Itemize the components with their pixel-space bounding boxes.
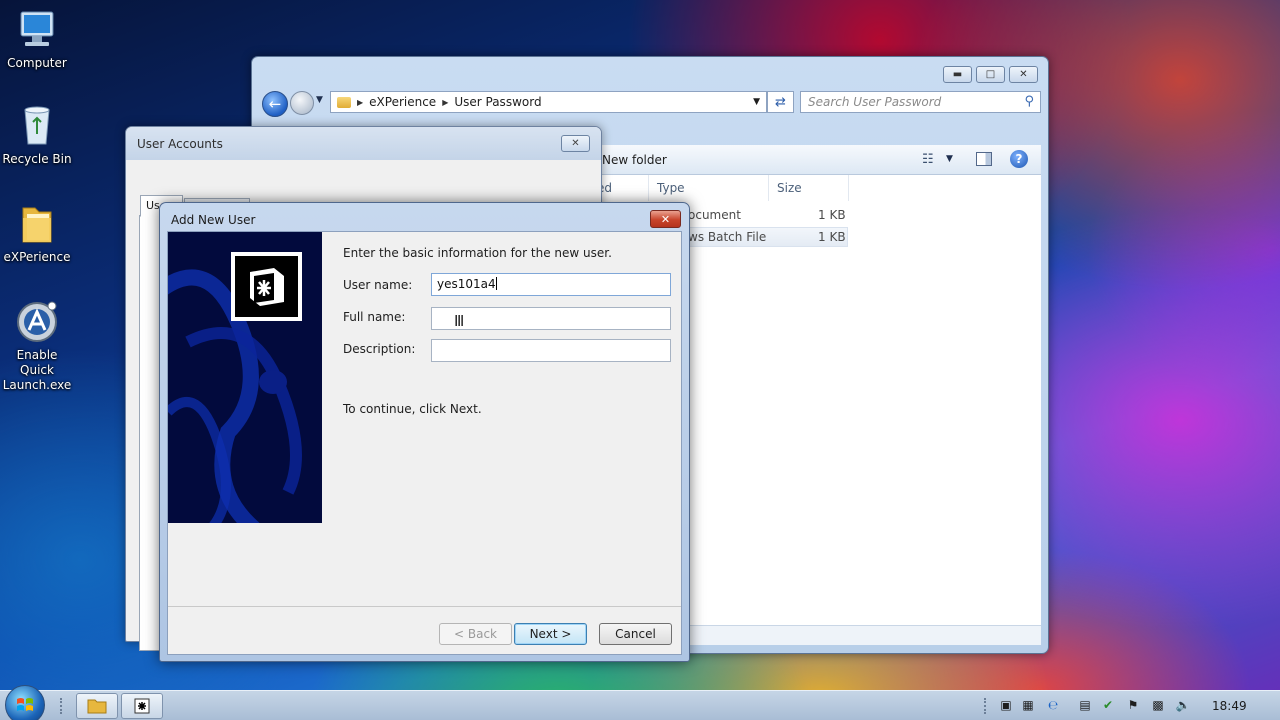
- forward-arrow-icon[interactable]: [290, 91, 314, 115]
- desktop-icon-label: Computer: [7, 56, 67, 70]
- browser-icon[interactable]: ℮: [1045, 698, 1061, 712]
- volume-muted-icon[interactable]: 🔈: [1175, 698, 1191, 712]
- chevron-down-icon[interactable]: ▼: [946, 154, 953, 164]
- description-label: Description:: [343, 342, 416, 356]
- dialog-body: Enter the basic information for the new …: [167, 231, 682, 655]
- views-icon[interactable]: ☷: [922, 152, 934, 167]
- wizard-banner: [168, 232, 322, 523]
- desktop-icon-computer[interactable]: Computer: [0, 8, 74, 71]
- computer-icon: [20, 11, 54, 46]
- taskbar-explorer-button[interactable]: [76, 693, 118, 719]
- close-button[interactable]: ✕: [1009, 66, 1038, 83]
- close-button[interactable]: ✕: [561, 135, 590, 152]
- next-button[interactable]: Next >: [514, 623, 587, 645]
- continue-text: To continue, click Next.: [343, 402, 482, 416]
- description-field[interactable]: [431, 339, 671, 362]
- desktop-icon-enable-quick-launch[interactable]: Enable Quick Launch.exe: [0, 300, 74, 393]
- folder-icon: [87, 699, 107, 714]
- new-folder-button[interactable]: New folder: [602, 153, 667, 167]
- title-bar[interactable]: User Accounts ✕: [126, 127, 601, 160]
- desktop-icon-experience[interactable]: eXPerience: [0, 202, 74, 265]
- close-button[interactable]: ✕: [650, 210, 681, 228]
- folder-icon: [337, 96, 351, 108]
- breadcrumb-item[interactable]: eXPerience: [369, 95, 436, 109]
- ibeam-cursor-icon: Ⅲ: [454, 312, 465, 330]
- username-value: yes101a4: [437, 277, 496, 291]
- desktop-icon-label: eXPerience: [3, 250, 71, 264]
- search-icon[interactable]: ⚲: [1024, 94, 1034, 109]
- dialog-title: Add New User: [171, 213, 256, 227]
- breadcrumb-separator-icon[interactable]: ▶: [442, 98, 448, 107]
- minimize-button[interactable]: ▬: [943, 66, 972, 83]
- back-button[interactable]: < Back: [439, 623, 512, 645]
- explorer-toolbar: New folder ☷ ▼ ?: [596, 145, 1041, 175]
- file-type: ws Batch File: [688, 230, 767, 244]
- text-caret: [495, 277, 497, 290]
- chevron-down-icon[interactable]: ▼: [753, 97, 760, 107]
- username-label: User name:: [343, 278, 413, 292]
- column-divider[interactable]: [848, 175, 849, 201]
- refresh-icon[interactable]: ⇄: [767, 91, 794, 113]
- intro-text: Enter the basic information for the new …: [343, 246, 612, 260]
- network-status-icon[interactable]: ▩: [1150, 698, 1166, 712]
- maximize-button[interactable]: □: [976, 66, 1005, 83]
- file-size: 1 KB: [818, 230, 846, 244]
- help-icon[interactable]: ?: [1010, 150, 1028, 168]
- taskbar-grip[interactable]: [984, 698, 988, 714]
- add-new-user-dialog: Add New User ✕ Enter the basic informati…: [159, 202, 690, 662]
- taskbar-user-accounts-button[interactable]: [121, 693, 163, 719]
- fullname-field[interactable]: [431, 307, 671, 330]
- breadcrumb-item[interactable]: User Password: [454, 95, 541, 109]
- wizard-logo-icon: [231, 252, 302, 321]
- column-divider[interactable]: [648, 175, 649, 201]
- username-field[interactable]: yes101a4: [431, 273, 671, 296]
- fullname-label: Full name:: [343, 310, 406, 324]
- window-controls: ▬ □ ✕: [943, 66, 1038, 83]
- security-check-icon[interactable]: ✔: [1100, 698, 1116, 712]
- desktop-icon-recycle-bin[interactable]: Recycle Bin: [0, 104, 74, 167]
- document-icon[interactable]: ▤: [1077, 698, 1093, 712]
- display-icon[interactable]: ▣: [998, 698, 1014, 712]
- folder-icon: [22, 207, 52, 243]
- column-header-size[interactable]: Size: [777, 181, 802, 195]
- history-dropdown-icon[interactable]: ▼: [316, 95, 323, 105]
- start-button[interactable]: [5, 685, 45, 720]
- file-type: ocument: [688, 208, 741, 222]
- recycle-bin-icon: [24, 106, 50, 145]
- network-icon[interactable]: ▦: [1020, 698, 1036, 712]
- column-divider[interactable]: [768, 175, 769, 201]
- divider: [168, 606, 681, 607]
- search-input[interactable]: Search User Password ⚲: [800, 91, 1041, 113]
- search-placeholder: Search User Password: [808, 95, 942, 109]
- notification-icon[interactable]: ⚑: [1125, 698, 1141, 712]
- column-header-type[interactable]: Type: [657, 181, 685, 195]
- back-arrow-icon[interactable]: ←: [262, 91, 288, 117]
- taskbar-grip[interactable]: [60, 698, 64, 714]
- cancel-button[interactable]: Cancel: [599, 623, 672, 645]
- preview-pane-icon[interactable]: [976, 152, 992, 166]
- user-accounts-icon: [134, 698, 150, 714]
- taskbar: ▣ ▦ ℮ ▤ ✔ ⚑ ▩ 🔈 18:49: [0, 685, 1280, 720]
- desktop-icon-label: Recycle Bin: [2, 152, 72, 166]
- app-launcher-icon: [17, 301, 57, 342]
- window-title: User Accounts: [137, 137, 223, 151]
- taskbar-clock[interactable]: 18:49: [1212, 699, 1247, 713]
- desktop-icon-label: Enable Quick Launch.exe: [2, 348, 72, 392]
- breadcrumb-separator-icon[interactable]: ▶: [357, 98, 363, 107]
- address-bar[interactable]: ▶ eXPerience ▶ User Password ▼: [330, 91, 767, 113]
- file-size: 1 KB: [818, 208, 846, 222]
- windows-logo-icon: [17, 698, 33, 711]
